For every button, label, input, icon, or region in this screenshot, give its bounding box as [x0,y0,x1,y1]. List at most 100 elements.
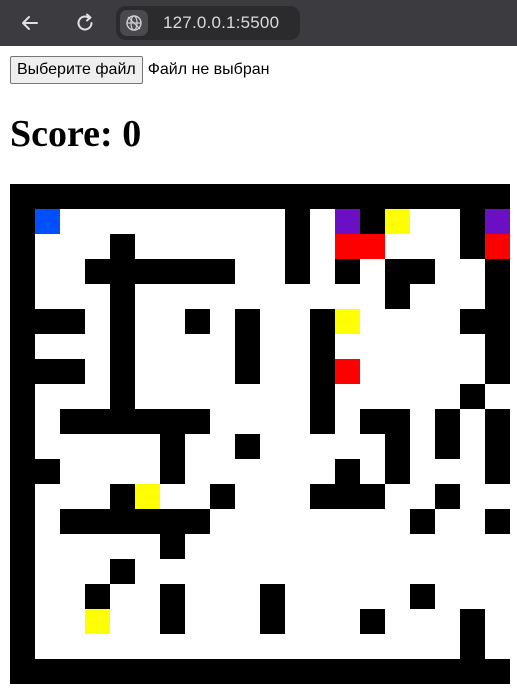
maze-cell-path [435,209,460,234]
back-button[interactable] [14,7,46,39]
arrow-left-icon [22,16,38,30]
maze-cell-wall [10,559,35,584]
maze-cell-path [385,384,410,409]
maze-cell-wall [285,184,310,209]
maze-cell-wall [10,534,35,559]
maze-cell-path [210,384,235,409]
reload-button[interactable] [69,7,101,39]
url-text: 127.0.0.1:5500 [163,13,280,32]
maze-cell-wall [110,309,135,334]
maze-cell-wall [160,534,185,559]
maze-cell-wall [260,609,285,634]
maze-cell-wall [460,659,485,684]
maze-cell-path [85,309,110,334]
maze-cell-wall [10,334,35,359]
maze-cell-wall [160,609,185,634]
maze-cell-path [135,459,160,484]
maze-cell-path [435,359,460,384]
maze-cell-path [210,209,235,234]
maze-cell-path [410,309,435,334]
maze-cell-path [85,334,110,359]
globe-icon [126,15,142,31]
maze-cell-path [35,234,60,259]
maze-cell-path [260,234,285,259]
maze-cell-path [385,359,410,384]
maze-cell-wall [185,659,210,684]
maze-cell-path [85,284,110,309]
maze-cell-path [160,484,185,509]
maze-cell-wall [160,184,185,209]
maze-cell-path [85,434,110,459]
maze-cell-path [410,534,435,559]
maze-cell-path [260,409,285,434]
maze-cell-path [410,634,435,659]
maze-cell-path [335,559,360,584]
address-bar[interactable]: 127.0.0.1:5500 [116,6,300,40]
maze-cell-path [85,459,110,484]
maze-cell-path [60,259,85,284]
maze-cell-path [460,509,485,534]
maze-cell-path [210,534,235,559]
maze-cell-path [85,559,110,584]
maze-cell-wall [110,234,135,259]
maze-cell-path [335,384,360,409]
maze-cell-path [110,209,135,234]
maze-cell-path [260,334,285,359]
maze-cell-path [260,534,285,559]
site-info-button[interactable] [120,10,148,36]
maze-cell-path [385,634,410,659]
maze-cell-path [410,284,435,309]
maze-cell-wall [310,334,335,359]
maze-cell-wall [10,634,35,659]
maze-cell-wall [110,509,135,534]
maze-cell-path [160,209,185,234]
maze-cell-wall [10,434,35,459]
maze-cell-wall [10,409,35,434]
maze-cell-path [310,559,335,584]
maze-cell-wall [110,284,135,309]
maze-cell-path [310,234,335,259]
reload-icon [77,13,93,31]
maze-cell-path [235,234,260,259]
maze-cell-wall [110,484,135,509]
maze-cell-wall [185,259,210,284]
maze-cell-wall [210,484,235,509]
maze-cell-wall [460,234,485,259]
maze-cell-path [335,534,360,559]
maze-cell-path [335,434,360,459]
file-input: Выберите файл Файл не выбран [10,56,269,84]
maze-cell-path [310,434,335,459]
maze-cell-purple [335,209,360,234]
maze-cell-path [435,334,460,359]
maze-cell-path [360,459,385,484]
maze-cell-path [285,584,310,609]
maze-cell-wall [410,184,435,209]
maze-cell-path [285,609,310,634]
maze-cell-red [360,234,385,259]
maze-cell-wall [435,434,460,459]
maze-board [10,184,510,684]
maze-cell-path [410,409,435,434]
maze-cell-path [210,359,235,384]
maze-cell-path [60,484,85,509]
maze-cell-path [285,534,310,559]
maze-cell-path [35,409,60,434]
maze-cell-path [185,484,210,509]
maze-cell-path [385,334,410,359]
choose-file-button[interactable]: Выберите файл [10,56,143,84]
maze-cell-wall [485,459,510,484]
maze-cell-path [235,209,260,234]
maze-cell-path [310,284,335,309]
maze-cell-wall [10,484,35,509]
maze-cell-wall [160,434,185,459]
maze-cell-path [110,609,135,634]
maze-cell-wall [360,659,385,684]
maze-cell-wall [310,659,335,684]
maze-cell-path [310,209,335,234]
maze-cell-wall [160,459,185,484]
maze-cell-path [410,234,435,259]
maze-cell-wall [60,509,85,534]
maze-cell-wall [460,209,485,234]
maze-cell-path [435,534,460,559]
maze-cell-wall [360,609,385,634]
